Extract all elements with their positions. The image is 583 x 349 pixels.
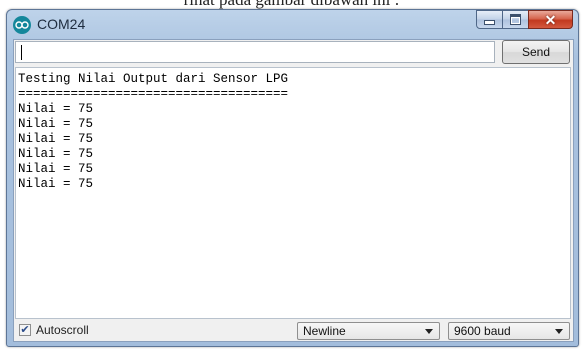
document-caption: rihat pada gambar dibawah ini : bbox=[0, 0, 583, 9]
autoscroll-label: Autoscroll bbox=[36, 323, 89, 337]
title-bar[interactable]: COM24 ✕ bbox=[7, 10, 578, 39]
autoscroll-checkbox[interactable]: ✔ bbox=[19, 324, 31, 336]
console-line: Nilai = 75 bbox=[18, 162, 94, 176]
serial-output-area[interactable]: Testing Nilai Output dari Sensor LPG ===… bbox=[15, 67, 571, 319]
close-button[interactable]: ✕ bbox=[528, 10, 573, 29]
arduino-icon bbox=[13, 16, 31, 34]
line-ending-value: Newline bbox=[303, 324, 346, 338]
send-input[interactable] bbox=[15, 41, 495, 63]
console-line: Nilai = 75 bbox=[18, 117, 94, 131]
window-controls: ✕ bbox=[476, 10, 573, 30]
status-bar: ✔ Autoscroll Newline 9600 baud bbox=[15, 322, 571, 340]
console-line: ==================================== bbox=[18, 87, 289, 101]
close-icon: ✕ bbox=[544, 11, 557, 28]
checkmark-icon: ✔ bbox=[20, 324, 30, 336]
minimize-button[interactable] bbox=[476, 10, 503, 29]
console-line: Nilai = 75 bbox=[18, 177, 94, 191]
minimize-icon bbox=[484, 20, 495, 25]
baud-rate-value: 9600 baud bbox=[454, 324, 511, 338]
console-line: Testing Nilai Output dari Sensor LPG bbox=[18, 72, 289, 86]
baud-rate-select[interactable]: 9600 baud bbox=[448, 322, 570, 340]
console-line: Nilai = 75 bbox=[18, 102, 94, 116]
serial-monitor-body: Send Testing Nilai Output dari Sensor LP… bbox=[13, 39, 574, 342]
chevron-down-icon bbox=[555, 329, 563, 334]
maximize-icon bbox=[510, 14, 521, 25]
line-ending-select[interactable]: Newline bbox=[297, 322, 440, 340]
autoscroll-toggle[interactable]: ✔ Autoscroll bbox=[19, 323, 89, 337]
console-line: Nilai = 75 bbox=[18, 132, 94, 146]
send-button[interactable]: Send bbox=[502, 40, 570, 64]
text-caret bbox=[21, 45, 22, 60]
serial-monitor-window: COM24 ✕ Send Testing Nilai Output dari S… bbox=[6, 9, 579, 347]
maximize-button[interactable] bbox=[502, 10, 529, 29]
console-line: Nilai = 75 bbox=[18, 147, 94, 161]
chevron-down-icon bbox=[425, 329, 433, 334]
window-title: COM24 bbox=[37, 16, 86, 32]
